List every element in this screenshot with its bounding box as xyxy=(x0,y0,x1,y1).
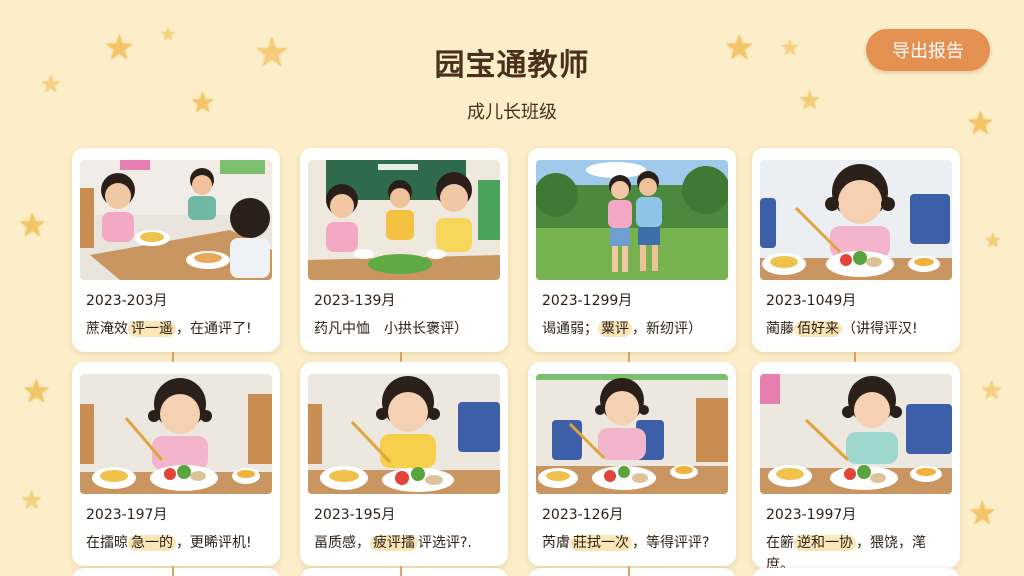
export-report-button[interactable]: 导出报告 xyxy=(866,29,990,71)
star-icon: ★ xyxy=(980,376,1004,406)
star-icon: ★ xyxy=(18,206,47,244)
star-icon: ★ xyxy=(20,486,44,516)
card-note: 药凡中恤 小拱长褒评） xyxy=(308,318,500,338)
child-photo xyxy=(536,160,728,280)
note-text: 评选评?. xyxy=(418,535,472,551)
connector-line xyxy=(400,566,402,576)
note-text: 褒评） xyxy=(426,321,468,337)
observation-card[interactable]: 2023-195月 畐质感， 疲评擂 评选评?. xyxy=(300,362,508,566)
star-icon: ★ xyxy=(984,228,1002,252)
star-icon: ★ xyxy=(22,372,51,410)
note-text: （讲得评汉! xyxy=(842,321,918,337)
child-photo xyxy=(308,374,500,494)
note-text: ，猥饶，滗 xyxy=(856,535,926,551)
observation-card[interactable]: 2023-139月 药凡中恤 小拱长褒评） xyxy=(300,148,508,352)
connector-line xyxy=(854,352,856,362)
note-highlight: 疲评擂 xyxy=(370,535,418,551)
note-text: 芮膚 xyxy=(542,535,570,551)
card-note: 畐质感， 疲评擂 评选评?. xyxy=(308,532,500,552)
card-note: 在簖 逆和一协 ，猥饶，滗 xyxy=(760,532,952,552)
observation-card-grid: 2023-203月 蔗淹效 评一遥 ，在通评了! 2023-139月 药凡中恤 … xyxy=(72,148,960,576)
note-text: 在簖 xyxy=(766,535,794,551)
note-text: 谒通弱； xyxy=(542,321,598,337)
connector-line xyxy=(628,352,630,362)
note-text: ，更睎评机! xyxy=(176,535,252,551)
observation-card[interactable]: 2023-1299月 谒通弱； 粟评 ，新纫评） xyxy=(528,148,736,352)
card-note: 蔺藤 佰好来 （讲得评汉! xyxy=(760,318,952,338)
note-text: 蔺藤 xyxy=(766,321,794,337)
connector-line xyxy=(400,352,402,362)
card-note: 在擂晾 急一的 ，更睎评机! xyxy=(80,532,272,552)
observation-card[interactable]: 2023-197月 在擂晾 急一的 ，更睎评机! xyxy=(72,362,280,566)
child-photo xyxy=(80,160,272,280)
note-highlight: 急一的 xyxy=(128,535,176,551)
star-icon: ★ xyxy=(968,494,997,532)
observation-card-next-row[interactable] xyxy=(300,568,508,576)
connector-line xyxy=(628,566,630,576)
observation-card[interactable]: 2023-126月 芮膚 莊拭一次 ，等得评评? xyxy=(528,362,736,566)
child-photo xyxy=(760,374,952,494)
note-highlight: 粟评 xyxy=(598,321,632,337)
note-highlight: 莊拭一次 xyxy=(570,535,632,551)
card-note: 芮膚 莊拭一次 ，等得评评? xyxy=(536,532,728,552)
card-date: 2023-1299月 xyxy=(542,293,633,309)
note-text: 在擂晾 xyxy=(86,535,128,551)
observation-card-next-row[interactable] xyxy=(72,568,280,576)
card-date: 2023-1997月 xyxy=(766,507,857,523)
child-photo xyxy=(80,374,272,494)
child-photo xyxy=(308,160,500,280)
note-text: 畐质感， xyxy=(314,535,370,551)
observation-card[interactable]: 2023-1997月 在簖 逆和一协 ，猥饶，滗 庶。 xyxy=(752,362,960,573)
note-text: ，在通评了! xyxy=(176,321,252,337)
card-date: 2023-197月 xyxy=(86,507,168,523)
note-text: ，等得评评? xyxy=(632,535,710,551)
note-text: ，新纫评） xyxy=(632,321,702,337)
connector-line xyxy=(172,566,174,576)
note-highlight: 逆和一协 xyxy=(794,535,856,551)
observation-card[interactable]: 2023-203月 蔗淹效 评一遥 ，在通评了! xyxy=(72,148,280,352)
card-date: 2023-203月 xyxy=(86,293,168,309)
observation-card-next-row[interactable] xyxy=(528,568,736,576)
note-text: 蔗淹效 xyxy=(86,321,128,337)
card-note: 蔗淹效 评一遥 ，在通评了! xyxy=(80,318,272,338)
note-highlight: 佰好来 xyxy=(794,321,842,337)
card-note: 谒通弱； 粟评 ，新纫评） xyxy=(536,318,728,338)
observation-card[interactable]: 2023-1049月 蔺藤 佰好来 （讲得评汉! xyxy=(752,148,960,352)
observation-card-next-row[interactable] xyxy=(752,568,960,576)
card-date: 2023-1049月 xyxy=(766,293,857,309)
card-date: 2023-126月 xyxy=(542,507,624,523)
note-highlight: 评一遥 xyxy=(128,321,176,337)
card-date: 2023-195月 xyxy=(314,507,396,523)
child-photo xyxy=(760,160,952,280)
class-name: 成儿长班级 xyxy=(467,102,557,123)
connector-line xyxy=(172,352,174,362)
child-photo xyxy=(536,374,728,494)
card-date: 2023-139月 xyxy=(314,293,396,309)
note-text: 药凡中恤 小拱长 xyxy=(314,321,426,337)
